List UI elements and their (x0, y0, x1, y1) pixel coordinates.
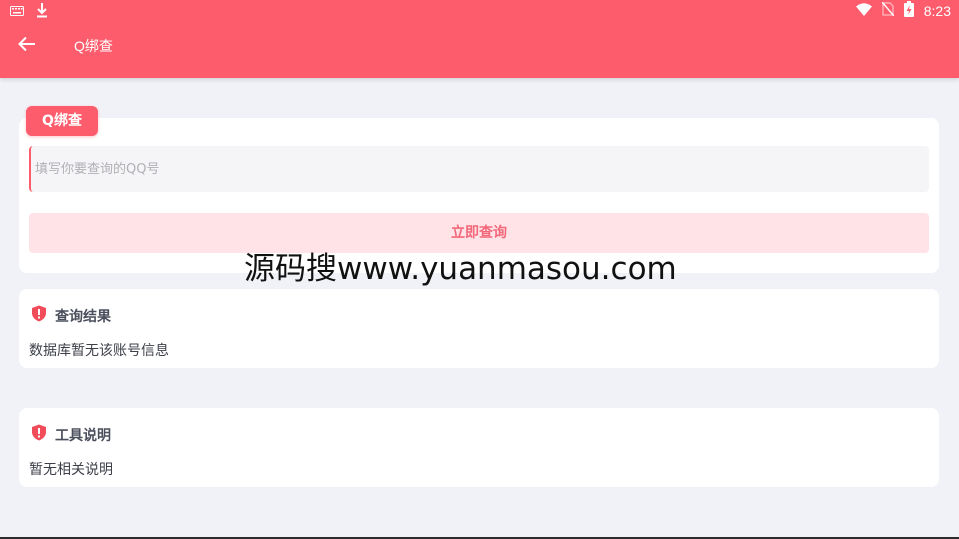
result-card-body: 数据库暂无该账号信息 (29, 343, 169, 359)
tool-tag: Q绑查 (26, 106, 98, 136)
tool-card-body: 暂无相关说明 (29, 462, 113, 478)
app-bar: 8:23 Q绑查 (0, 0, 959, 78)
shield-alert-icon (31, 424, 47, 445)
wifi-icon (855, 2, 872, 20)
arrow-left-icon (18, 36, 36, 56)
shield-alert-icon (31, 305, 47, 326)
result-card: 查询结果 数据库暂无该账号信息 (19, 289, 939, 368)
query-now-button[interactable]: 立即查询 (29, 213, 929, 253)
no-sim-icon (881, 1, 895, 20)
keyboard-icon (10, 4, 24, 20)
battery-charging-icon (903, 1, 914, 21)
download-icon (36, 2, 48, 22)
page-title: Q绑查 (74, 38, 113, 54)
back-button[interactable] (14, 33, 40, 59)
result-card-title: 查询结果 (55, 308, 111, 325)
watermark-text: 源码搜www.yuanmasou.com (244, 251, 677, 287)
status-time: 8:23 (923, 3, 951, 19)
tool-description-card: 工具说明 暂无相关说明 (19, 408, 939, 487)
qq-number-input[interactable] (29, 146, 929, 192)
status-bar: 8:23 (0, 0, 959, 22)
tool-card-title: 工具说明 (55, 427, 111, 444)
